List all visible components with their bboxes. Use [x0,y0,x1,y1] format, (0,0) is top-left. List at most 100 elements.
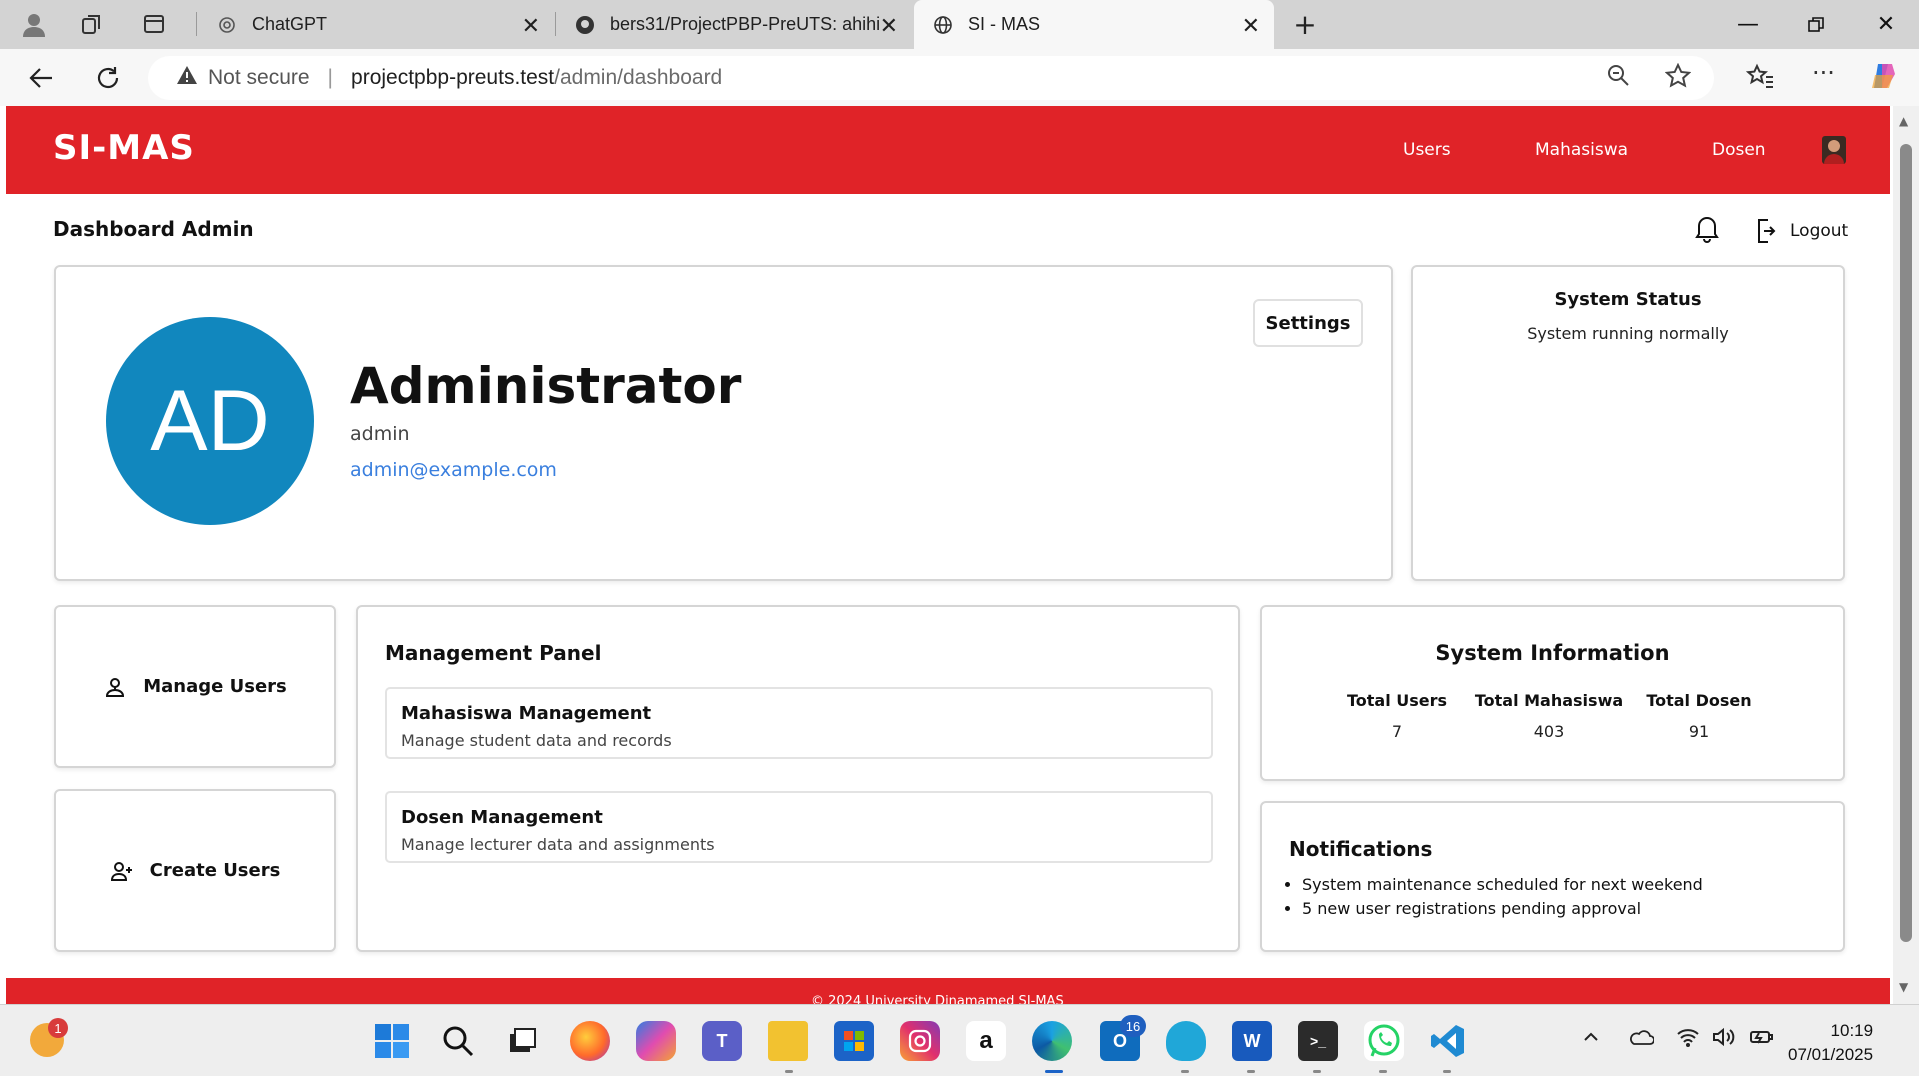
scrollbar-thumb[interactable] [1900,144,1912,942]
notifications-title: Notifications [1289,837,1433,861]
close-tab-icon[interactable]: ✕ [880,13,898,39]
microsoft-store-icon[interactable] [834,1021,874,1061]
address-bar[interactable]: Not secure | projectpbp-preuts.test/admi… [148,56,1714,100]
mahasiswa-management-item[interactable]: Mahasiswa Management Manage student data… [385,687,1213,759]
user-avatar[interactable] [1822,136,1846,164]
word-icon[interactable]: W [1232,1021,1272,1061]
start-icon[interactable] [372,1021,412,1061]
back-icon[interactable] [22,59,60,97]
app-footer: © 2024 University Dinamamed SI-MAS [6,978,1890,1004]
warning-icon[interactable] [176,65,198,91]
tab-chatgpt[interactable]: ChatGPT ✕ [198,0,554,49]
task-view-icon[interactable] [502,1021,542,1061]
profile-icon[interactable] [17,7,51,41]
management-panel: Management Panel Mahasiswa Management Ma… [356,605,1240,952]
profile-email[interactable]: admin@example.com [350,459,557,481]
system-information-title: System Information [1435,641,1670,665]
profile-card: AD Administrator admin admin@example.com… [54,265,1393,581]
url-path: /admin/dashboard [554,66,723,89]
workspaces-icon[interactable] [75,7,109,41]
user-plus-icon [110,861,132,881]
profile-name: Administrator [350,357,742,415]
more-options-icon[interactable]: ··· [1812,59,1835,87]
volume-icon[interactable] [1712,1027,1736,1052]
browser-toolbar: Not secure | projectpbp-preuts.test/admi… [0,49,1919,106]
notifications-card: Notifications System maintenance schedul… [1260,801,1845,952]
bell-icon[interactable] [1691,212,1723,244]
app-icon[interactable] [1166,1021,1206,1061]
teams-icon[interactable]: T [702,1021,742,1061]
dosen-management-item[interactable]: Dosen Management Manage lecturer data an… [385,791,1213,863]
favorite-star-icon[interactable] [1664,62,1692,95]
scroll-up-icon[interactable]: ▲ [1899,114,1908,128]
app-logo[interactable]: SI-MAS [53,128,195,168]
item-subtitle: Manage student data and records [401,731,672,750]
security-label[interactable]: Not secure [208,66,310,90]
search-icon[interactable] [438,1021,478,1061]
profile-avatar: AD [106,317,314,525]
new-tab-icon[interactable]: + [1288,7,1322,41]
logout-button[interactable]: Logout [1756,218,1848,244]
show-hidden-icons[interactable] [1582,1027,1600,1051]
page-scrollbar[interactable]: ▲ ▼ [1893,106,1919,1004]
app-header: SI-MAS Users Mahasiswa Dosen [6,106,1890,194]
stat-value: 403 [1533,722,1565,741]
manage-users-button[interactable]: Manage Users [54,605,336,768]
vscode-icon[interactable] [1428,1021,1468,1061]
instagram-icon[interactable] [900,1021,940,1061]
tab-si-mas[interactable]: SI - MAS ✕ [914,0,1274,49]
nav-dosen[interactable]: Dosen [1712,140,1766,160]
weather-badge: 1 [48,1018,68,1038]
system-status-text: System running normally [1527,324,1729,343]
nav-mahasiswa[interactable]: Mahasiswa [1535,140,1628,160]
web-page: SI-MAS Users Mahasiswa Dosen Dashboard A… [6,106,1890,1004]
url-host: projectpbp-preuts.test [351,66,555,89]
outlook-badge: 16 [1120,1015,1146,1037]
close-tab-icon[interactable]: ✕ [522,13,540,39]
settings-button[interactable]: Settings [1253,299,1363,347]
edge-icon[interactable] [1032,1021,1072,1061]
whatsapp-icon[interactable] [1364,1021,1404,1061]
refresh-icon[interactable] [89,59,127,97]
close-window-icon[interactable]: ✕ [1856,0,1916,49]
system-information-card: System Information Total Users 7 Total M… [1260,605,1845,781]
notifications-list: System maintenance scheduled for next we… [1302,873,1703,921]
profile-username: admin [350,423,410,445]
stat-total-mahasiswa: Total Mahasiswa 403 [1474,691,1624,741]
restore-icon[interactable] [1786,0,1846,49]
zoom-icon[interactable] [1606,63,1630,93]
amazon-icon[interactable]: a [966,1021,1006,1061]
file-explorer-icon[interactable] [768,1021,808,1061]
onedrive-icon[interactable] [1628,1027,1655,1051]
stat-total-dosen: Total Dosen 91 [1644,691,1754,741]
taskbar-clock[interactable]: 10:19 07/01/2025 [1788,1019,1873,1067]
create-users-label: Create Users [149,860,281,881]
stat-label: Total Dosen [1646,691,1752,710]
notification-item: 5 new user registrations pending approva… [1302,897,1703,921]
stat-label: Total Users [1346,691,1448,710]
stat-value: 7 [1391,722,1403,741]
firefox-icon[interactable] [570,1021,610,1061]
favorites-icon[interactable] [1745,63,1774,95]
management-panel-title: Management Panel [385,641,602,665]
minimize-icon[interactable]: — [1718,0,1778,49]
battery-icon[interactable] [1748,1027,1774,1052]
page-title: Dashboard Admin [53,217,254,241]
scroll-down-icon[interactable]: ▼ [1899,980,1908,994]
chatgpt-icon [216,14,238,36]
tab-github[interactable]: bers31/ProjectPBP-PreUTS: ahihi ✕ [556,0,912,49]
wifi-icon[interactable] [1676,1027,1700,1052]
nav-users[interactable]: Users [1403,140,1451,160]
tab-title: ChatGPT [252,14,328,34]
github-icon [574,14,596,36]
copilot-icon[interactable] [1869,61,1899,97]
tab-title: SI - MAS [968,14,1041,34]
tab-actions-icon[interactable] [137,7,171,41]
system-status-title: System Status [1554,289,1702,310]
copilot-app-icon[interactable] [636,1021,676,1061]
item-title: Dosen Management [401,807,603,828]
clock-date: 07/01/2025 [1788,1045,1874,1064]
terminal-icon[interactable]: >_ [1298,1021,1338,1061]
create-users-button[interactable]: Create Users [54,789,336,952]
close-tab-icon[interactable]: ✕ [1242,13,1260,39]
